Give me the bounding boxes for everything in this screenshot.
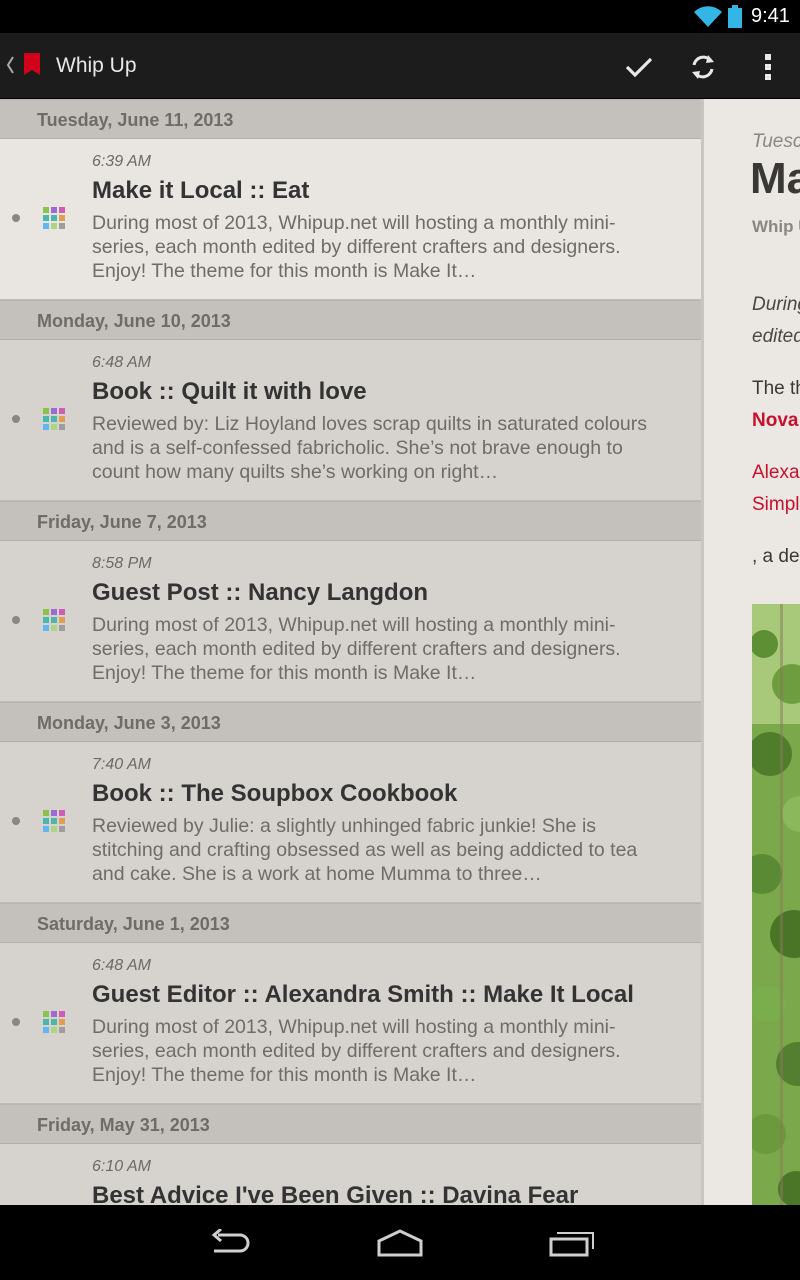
article-title: Ma bbox=[750, 154, 800, 203]
unread-indicator bbox=[12, 817, 20, 825]
date-header: Monday, June 3, 2013 bbox=[0, 702, 701, 742]
article-link[interactable]: Alexa bbox=[752, 457, 800, 489]
refresh-button[interactable] bbox=[683, 47, 723, 87]
list-item[interactable]: 6:48 AM Book :: Quilt it with love Revie… bbox=[0, 340, 701, 501]
item-title: Book :: Quilt it with love bbox=[92, 378, 367, 405]
home-button[interactable] bbox=[372, 1227, 428, 1259]
recent-apps-icon bbox=[549, 1232, 594, 1257]
back-icon bbox=[211, 1229, 250, 1253]
unread-indicator bbox=[12, 1018, 20, 1026]
item-summary: During most of 2013, Whipup.net will hos… bbox=[92, 212, 621, 282]
refresh-icon bbox=[692, 55, 714, 79]
article-photo bbox=[752, 604, 800, 1205]
feed-title: Whip Up bbox=[56, 54, 137, 77]
unread-indicator bbox=[12, 214, 20, 222]
battery-icon bbox=[728, 5, 742, 28]
article-detail[interactable]: Tuesc Ma Whip U During edited The th Nov… bbox=[704, 99, 800, 1205]
item-title: Best Advice I've Been Given :: Davina Fe… bbox=[92, 1182, 579, 1205]
overflow-menu-button[interactable] bbox=[748, 47, 788, 87]
article-intro-line: edited bbox=[752, 326, 800, 347]
item-summary: During most of 2013, Whipup.net will hos… bbox=[92, 1016, 621, 1086]
item-summary: Reviewed by: Liz Hoyland loves scrap qui… bbox=[92, 413, 647, 483]
list-item[interactable]: 6:48 AM Guest Editor :: Alexandra Smith … bbox=[0, 943, 701, 1104]
article-intro-line: During bbox=[752, 294, 800, 315]
item-time: 6:10 AM bbox=[92, 1158, 151, 1175]
status-bar: 9:41 bbox=[0, 0, 800, 33]
unread-indicator bbox=[12, 415, 20, 423]
item-time: 6:48 AM bbox=[92, 957, 151, 974]
feed-favicon-icon bbox=[43, 408, 65, 430]
date-header: Friday, June 7, 2013 bbox=[0, 501, 701, 541]
app-logo-icon[interactable] bbox=[22, 53, 42, 77]
list-item[interactable]: 6:10 AM Best Advice I've Been Given :: D… bbox=[0, 1144, 701, 1205]
home-icon bbox=[377, 1229, 423, 1257]
list-item[interactable]: 8:58 PM Guest Post :: Nancy Langdon Duri… bbox=[0, 541, 701, 702]
wifi-icon bbox=[694, 6, 722, 28]
item-title: Guest Post :: Nancy Langdon bbox=[92, 579, 429, 606]
item-title: Book :: The Soupbox Cookbook bbox=[92, 780, 458, 807]
recent-apps-button[interactable] bbox=[543, 1227, 599, 1259]
article-list[interactable]: Tuesday, June 11, 2013 6:39 AM Make it L… bbox=[0, 99, 701, 1205]
item-title: Guest Editor :: Alexandra Smith :: Make … bbox=[92, 981, 634, 1008]
clock: 9:41 bbox=[751, 5, 790, 27]
date-header: Saturday, June 1, 2013 bbox=[0, 903, 701, 943]
article-link[interactable]: Simpl bbox=[752, 489, 800, 521]
list-item[interactable]: 6:39 AM Make it Local :: Eat During most… bbox=[0, 139, 701, 300]
unread-indicator bbox=[12, 616, 20, 624]
article-date: Tuesc bbox=[752, 131, 800, 152]
mark-read-button[interactable] bbox=[619, 47, 659, 87]
item-title: Make it Local :: Eat bbox=[92, 177, 310, 204]
overflow-menu-icon bbox=[765, 54, 771, 80]
item-summary: During most of 2013, Whipup.net will hos… bbox=[92, 614, 621, 684]
item-summary: Reviewed by Julie: a slightly unhinged f… bbox=[92, 815, 638, 885]
feed-favicon-icon bbox=[43, 609, 65, 631]
article-text-line: The th bbox=[752, 378, 800, 399]
article-source: Whip U bbox=[752, 217, 800, 236]
feed-favicon-icon bbox=[43, 1011, 65, 1033]
check-icon bbox=[625, 57, 653, 78]
system-nav-bar bbox=[0, 1205, 800, 1280]
article-link[interactable]: Nova bbox=[752, 405, 798, 437]
up-caret-icon[interactable] bbox=[5, 54, 15, 76]
list-item[interactable]: 7:40 AM Book :: The Soupbox Cookbook Rev… bbox=[0, 742, 701, 903]
date-header: Monday, June 10, 2013 bbox=[0, 300, 701, 340]
date-header: Friday, May 31, 2013 bbox=[0, 1104, 701, 1144]
item-time: 8:58 PM bbox=[92, 555, 152, 572]
item-time: 6:48 AM bbox=[92, 354, 151, 371]
item-time: 7:40 AM bbox=[92, 756, 151, 773]
article-text-line: , a des bbox=[752, 546, 800, 567]
action-bar: Whip Up bbox=[0, 33, 800, 99]
item-time: 6:39 AM bbox=[92, 153, 151, 170]
feed-favicon-icon bbox=[43, 810, 65, 832]
back-button[interactable] bbox=[202, 1227, 258, 1259]
date-header: Tuesday, June 11, 2013 bbox=[0, 99, 701, 139]
feed-favicon-icon bbox=[43, 207, 65, 229]
